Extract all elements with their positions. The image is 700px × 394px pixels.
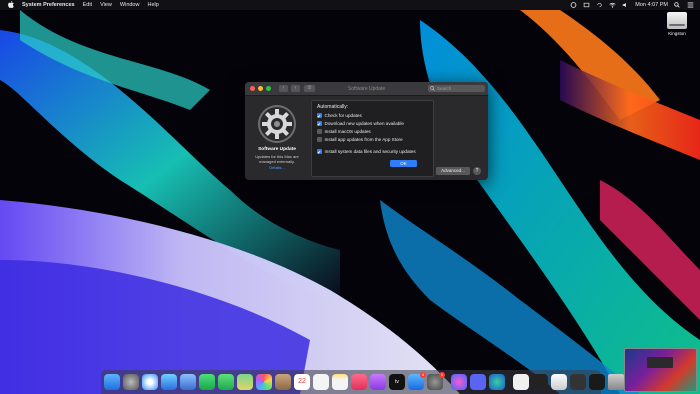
podcasts-icon[interactable]: [370, 374, 386, 390]
app-store-icon[interactable]: 4: [408, 372, 426, 390]
checkbox-label: Install app updates from the App Store: [324, 137, 403, 142]
system-preferences-badge: 1: [439, 372, 445, 378]
pane-title: Software Update: [258, 147, 296, 152]
spotlight-icon[interactable]: [674, 2, 681, 8]
thumbnail-window-preview: [647, 357, 673, 368]
software-update-info: Software Update Updates for this Mac are…: [245, 96, 309, 180]
automatically-label: Automatically:: [317, 104, 349, 110]
finder-icon[interactable]: [104, 374, 120, 390]
wifi-icon[interactable]: [609, 2, 616, 8]
checkbox[interactable]: [317, 129, 322, 134]
checkmark-icon: [317, 122, 321, 126]
edge-browser-icon[interactable]: [489, 374, 505, 390]
details-link[interactable]: Details...: [269, 165, 285, 170]
minimize-button[interactable]: [258, 86, 263, 91]
advanced-button[interactable]: Advanced...: [436, 167, 470, 175]
calendar-icon[interactable]: 22: [294, 374, 310, 390]
checkbox-label: Check for updates: [324, 113, 362, 118]
zoom-button[interactable]: [266, 86, 271, 91]
checkbox[interactable]: [317, 149, 322, 154]
dock: 22 tv 4 1: [101, 370, 624, 394]
apple-menu-icon[interactable]: [8, 0, 14, 10]
close-button[interactable]: [250, 86, 255, 91]
search-input[interactable]: [435, 86, 485, 91]
safari-icon[interactable]: [142, 374, 158, 390]
option-download-updates[interactable]: Download new updates when available: [317, 121, 404, 126]
screenshot-folder-icon[interactable]: [570, 374, 586, 390]
desktop-wallpaper: [0, 0, 700, 394]
menu-app-name[interactable]: System Preferences: [22, 2, 75, 8]
menu-window[interactable]: Window: [120, 2, 140, 8]
checkbox-label: Download new updates when available: [324, 121, 404, 126]
chevron-left-icon: ‹: [282, 85, 285, 91]
help-button[interactable]: ?: [473, 167, 481, 175]
checkmark-icon: [317, 150, 321, 154]
menu-bar: System Preferences Edit View Window Help…: [0, 0, 700, 10]
option-install-app-updates[interactable]: Install app updates from the App Store: [317, 137, 403, 142]
window-stack-icon[interactable]: [532, 374, 548, 390]
messages-icon[interactable]: [218, 374, 234, 390]
status-sync-icon[interactable]: [596, 2, 603, 8]
software-update-window: ‹ › ⁞⁞⁞ Software Update Search Software …: [245, 82, 488, 180]
reminders-icon[interactable]: [313, 374, 329, 390]
volume-icon[interactable]: [622, 2, 629, 8]
facetime-icon[interactable]: [199, 374, 215, 390]
forward-button[interactable]: ›: [291, 85, 300, 92]
desktop-drive[interactable]: Kingston: [664, 12, 690, 36]
option-install-macos-updates[interactable]: Install macOS updates: [317, 129, 371, 134]
search-field[interactable]: [428, 85, 485, 92]
photos-icon[interactable]: [256, 374, 272, 390]
menu-view[interactable]: View: [100, 2, 112, 8]
menu-edit[interactable]: Edit: [83, 2, 92, 8]
menu-help[interactable]: Help: [147, 2, 158, 8]
notification-center-icon[interactable]: [687, 2, 694, 8]
checkmark-icon: [317, 114, 321, 118]
option-install-security-updates[interactable]: Install system data files and security u…: [317, 149, 416, 154]
show-all-button[interactable]: ⁞⁞⁞: [304, 85, 315, 92]
menu-clock[interactable]: Mon 4:07 PM: [635, 2, 668, 8]
file-icon[interactable]: [551, 374, 567, 390]
apple-tv-icon[interactable]: tv: [389, 374, 405, 390]
launchpad-icon[interactable]: [123, 374, 139, 390]
window-titlebar[interactable]: ‹ › ⁞⁞⁞ Software Update: [245, 82, 488, 96]
photos-viewer-icon[interactable]: [180, 374, 196, 390]
discord-icon[interactable]: [470, 374, 486, 390]
software-update-gear-icon: [258, 105, 296, 143]
chevron-right-icon: ›: [294, 85, 297, 91]
pane-description: Updates for this Mac are managed externa…: [255, 154, 299, 164]
maps-icon[interactable]: [237, 374, 253, 390]
status-tool-icon[interactable]: [583, 2, 590, 8]
document-icon[interactable]: [513, 374, 529, 390]
back-button[interactable]: ‹: [279, 85, 288, 92]
checkbox[interactable]: [317, 121, 322, 126]
screenshot-thumbnail[interactable]: [624, 348, 697, 392]
drive-label: Kingston: [668, 31, 686, 36]
checkbox[interactable]: [317, 113, 322, 118]
status-app-icon[interactable]: [570, 2, 577, 8]
ok-button[interactable]: OK: [390, 160, 417, 167]
contacts-icon[interactable]: [275, 374, 291, 390]
option-check-for-updates[interactable]: Check for updates: [317, 113, 362, 118]
app-store-badge: 4: [420, 372, 426, 378]
trash-icon[interactable]: [608, 374, 624, 390]
system-preferences-icon[interactable]: 1: [427, 372, 445, 390]
notes-icon[interactable]: [332, 374, 348, 390]
checkbox-label: Install macOS updates: [324, 129, 371, 134]
grid-icon: ⁞⁞⁞: [307, 85, 312, 91]
checkbox[interactable]: [317, 137, 322, 142]
mail-icon[interactable]: [161, 374, 177, 390]
messenger-icon[interactable]: [451, 374, 467, 390]
checkbox-label: Install system data files and security u…: [324, 149, 416, 154]
external-drive-icon: [667, 12, 687, 29]
music-icon[interactable]: [351, 374, 367, 390]
downloads-stack-icon[interactable]: [589, 374, 605, 390]
